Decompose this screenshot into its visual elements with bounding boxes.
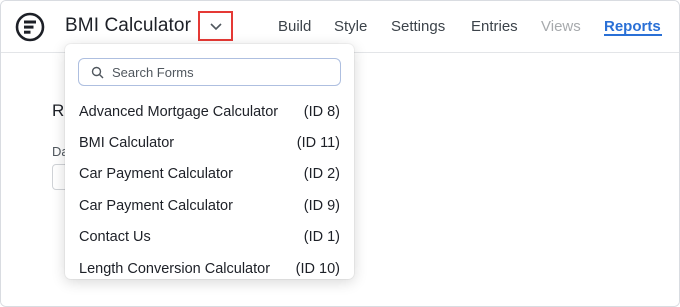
tab-style[interactable]: Style — [334, 18, 367, 35]
search-forms-input[interactable] — [112, 64, 332, 80]
tab-settings[interactable]: Settings — [391, 18, 445, 35]
form-list-item[interactable]: Length Conversion Calculator (ID 10) — [65, 253, 354, 284]
switch-form-button[interactable] — [198, 11, 233, 41]
form-id: (ID 1) — [303, 229, 340, 246]
tab-views[interactable]: Views — [541, 18, 581, 35]
tab-build[interactable]: Build — [278, 18, 311, 35]
form-name: BMI Calculator — [79, 135, 175, 152]
form-switcher-dropdown: Advanced Mortgage Calculator (ID 8) BMI … — [65, 44, 354, 279]
form-name: Car Payment Calculator — [79, 197, 233, 214]
form-list-item[interactable]: Car Payment Calculator (ID 2) — [65, 159, 354, 190]
tab-entries[interactable]: Entries — [471, 18, 518, 35]
form-id: (ID 9) — [303, 197, 340, 214]
form-name: Length Conversion Calculator — [79, 260, 271, 277]
tab-reports[interactable]: Reports — [604, 18, 661, 35]
form-list-item[interactable]: Contact Us (ID 1) — [65, 222, 354, 253]
search-icon — [91, 66, 104, 78]
form-list-item[interactable]: Advanced Mortgage Calculator (ID 8) — [65, 96, 354, 127]
app-window: BMI Calculator Build Style Settings Entr… — [0, 0, 680, 307]
form-title: BMI Calculator — [65, 15, 191, 36]
formidable-logo-icon[interactable] — [15, 12, 45, 42]
form-id: (ID 8) — [303, 103, 340, 120]
form-id: (ID 11) — [296, 135, 340, 152]
active-tab-indicator — [604, 34, 662, 36]
form-list-item[interactable]: Car Payment Calculator (ID 9) — [65, 190, 354, 221]
form-list-item[interactable]: BMI Calculator (ID 11) — [65, 127, 354, 158]
form-name: Contact Us — [79, 229, 151, 246]
form-name: Car Payment Calculator — [79, 166, 233, 183]
form-id: (ID 2) — [303, 166, 340, 183]
form-list: Advanced Mortgage Calculator (ID 8) BMI … — [65, 96, 354, 284]
search-forms-field[interactable] — [78, 58, 341, 86]
form-name: Advanced Mortgage Calculator — [79, 103, 279, 120]
form-id: (ID 10) — [295, 260, 340, 277]
chevron-down-icon — [209, 23, 222, 31]
